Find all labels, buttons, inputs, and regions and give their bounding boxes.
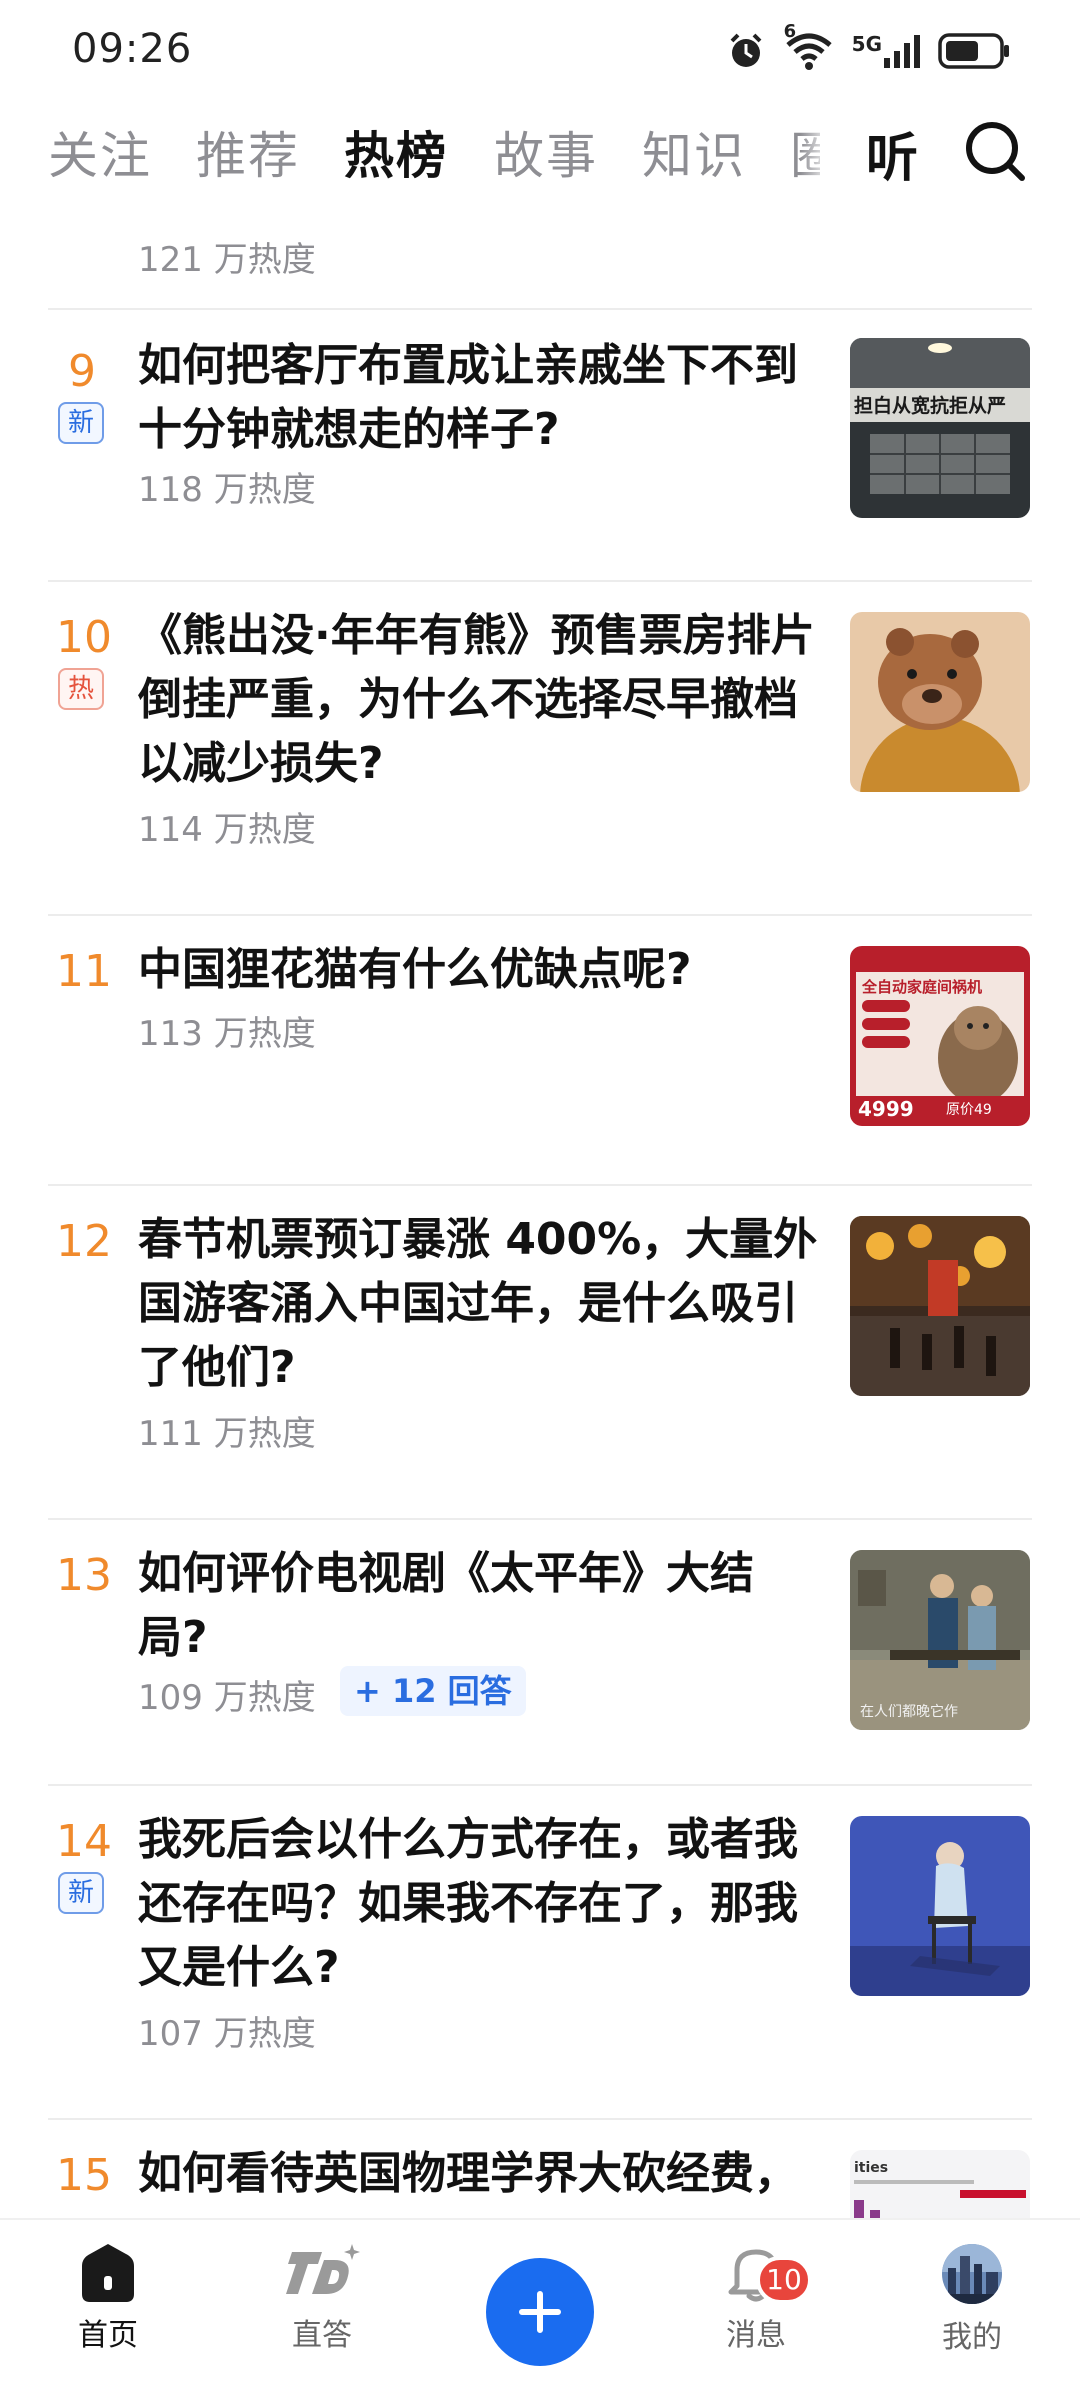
tab-follow[interactable]: 关注 — [48, 116, 152, 188]
wifi-superscript: 6 — [783, 21, 797, 42]
create-post-button[interactable] — [486, 2258, 594, 2366]
signal-indicator: 5G — [851, 32, 920, 68]
new-answers-chip[interactable]: + 12 回答 — [340, 1666, 526, 1716]
rank-number: 12 — [56, 1216, 112, 1267]
hot-score: 121 万热度 — [138, 240, 316, 280]
zhida-icon — [286, 2244, 360, 2294]
home-icon — [82, 2244, 134, 2302]
hot-score: 118 万热度 — [138, 470, 316, 510]
nav-messages[interactable]: 消息 — [686, 2242, 826, 2354]
rank-number: 13 — [56, 1550, 112, 1601]
nav-home[interactable]: 首页 — [38, 2242, 178, 2354]
hot-score: 107 万热度 — [138, 2014, 316, 2054]
thumbnail-ad-image[interactable]: 全自动家庭间祸机 4999 原价49 — [850, 946, 1030, 1126]
question-title[interactable]: 中国狸花猫有什么优缺点呢? — [138, 938, 818, 1002]
list-item[interactable]: 11 中国狸花猫有什么优缺点呢? 113 万热度 全自动家庭间祸机 4999 原… — [0, 916, 1080, 1182]
new-badge: 新 — [58, 402, 104, 444]
nav-home-label: 首页 — [78, 2318, 138, 2353]
question-title[interactable]: 如何把客厅布置成让亲戚坐下不到十分钟就想走的样子? — [138, 334, 818, 462]
thumbnail-image[interactable] — [850, 1216, 1030, 1396]
tab-knowledge[interactable]: 知识 — [642, 116, 746, 188]
unread-count-badge: 10 — [756, 2256, 812, 2304]
avatar — [942, 2244, 1002, 2304]
hot-score: 109 万热度 — [138, 1678, 316, 1718]
hot-list-feed: 121 万热度 9 新 如何把客厅布置成让亲戚坐下不到十分钟就想走的样子? 11… — [0, 200, 1080, 2218]
list-item[interactable]: 14 新 我死后会以什么方式存在，或者我还存在吗？如果我不存在了，那我又是什么?… — [0, 1786, 1080, 2116]
thumbnail-caption: 担白从宽抗拒从严 — [854, 394, 1006, 417]
new-badge: 新 — [58, 1872, 104, 1914]
thumbnail-caption: 全自动家庭间祸机 — [861, 978, 982, 996]
battery-icon — [938, 33, 1009, 69]
thumbnail-caption: 在人们都晚它作 — [860, 1703, 958, 1720]
hot-score: 114 万热度 — [138, 810, 316, 850]
thumbnail-caption: ities — [854, 2160, 888, 2176]
nav-messages-label: 消息 — [726, 2318, 786, 2353]
thumbnail-price: 4999 — [858, 1097, 914, 1121]
question-title[interactable]: 春节机票预订暴涨 400%，大量外国游客涌入中国过年，是什么吸引了他们? — [138, 1208, 818, 1400]
hot-score: 111 万热度 — [138, 1414, 316, 1454]
plus-icon — [519, 2291, 561, 2333]
listen-button[interactable]: 听 — [866, 116, 918, 191]
thumbnail-image[interactable]: 在人们都晚它作 — [850, 1550, 1030, 1730]
network-type: 5G — [851, 32, 882, 56]
list-item[interactable]: 12 春节机票预订暴涨 400%，大量外国游客涌入中国过年，是什么吸引了他们? … — [0, 1186, 1080, 1516]
list-item[interactable]: 9 新 如何把客厅布置成让亲戚坐下不到十分钟就想走的样子? 118 万热度 担白… — [0, 310, 1080, 576]
nav-zhida-label: 直答 — [292, 2318, 352, 2353]
search-icon[interactable] — [962, 118, 1028, 184]
thumbnail-image[interactable]: 担白从宽抗拒从严 — [850, 338, 1030, 518]
alarm-icon — [730, 33, 762, 67]
thumbnail-image[interactable] — [850, 1816, 1030, 1996]
hot-badge: 热 — [58, 668, 104, 710]
tab-fade — [800, 110, 840, 196]
wifi-icon: 6 — [784, 21, 834, 71]
list-item[interactable]: 15 如何看待英国物理学界大砍经费， ities — [0, 2120, 1080, 2218]
tab-hot-list[interactable]: 热榜 — [344, 116, 448, 188]
nav-me-label: 我的 — [942, 2320, 1002, 2355]
rank-number: 11 — [56, 946, 112, 997]
cell-signal-icon — [884, 35, 920, 68]
question-title[interactable]: 如何评价电视剧《太平年》大结局? — [138, 1542, 818, 1670]
status-icons: 6 5G — [726, 21, 1010, 74]
nav-zhida[interactable]: 直答 — [252, 2242, 392, 2354]
thumbnail-image[interactable]: ities — [850, 2150, 1030, 2218]
thumbnail-original-price: 原价49 — [946, 1102, 992, 1118]
rank-number: 9 — [68, 346, 96, 397]
bottom-navigation: 首页 直答 消息 10 我的 — [0, 2218, 1080, 2400]
status-time: 09:26 — [72, 26, 193, 72]
rank-number: 15 — [56, 2150, 112, 2201]
top-tab-bar: 关注 推荐 热榜 故事 知识 圈 听 — [0, 110, 1080, 196]
status-bar: 09:26 6 5G — [0, 0, 1080, 100]
tab-stories[interactable]: 故事 — [494, 116, 598, 188]
question-title[interactable]: 《熊出没·年年有熊》预售票房排片倒挂严重，为什么不选择尽早撤档以减少损失? — [138, 604, 818, 796]
question-title[interactable]: 我死后会以什么方式存在，或者我还存在吗？如果我不存在了，那我又是什么? — [138, 1808, 818, 2000]
list-item[interactable]: 10 热 《熊出没·年年有熊》预售票房排片倒挂严重，为什么不选择尽早撤档以减少损… — [0, 582, 1080, 912]
tab-recommend[interactable]: 推荐 — [196, 116, 300, 188]
rank-number: 10 — [56, 612, 112, 663]
question-title[interactable]: 如何看待英国物理学界大砍经费， — [138, 2142, 818, 2206]
rank-number: 14 — [56, 1816, 112, 1867]
thumbnail-image[interactable] — [850, 612, 1030, 792]
list-item[interactable]: 13 如何评价电视剧《太平年》大结局? 109 万热度 + 12 回答 在人们都… — [0, 1520, 1080, 1786]
nav-me[interactable]: 我的 — [902, 2242, 1042, 2356]
hot-score: 113 万热度 — [138, 1014, 316, 1054]
